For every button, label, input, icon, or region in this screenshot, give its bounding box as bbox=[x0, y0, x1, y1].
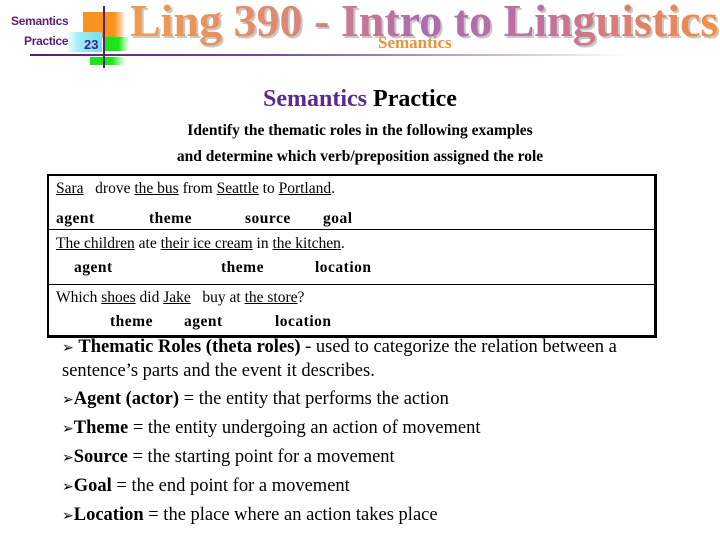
definition-desc: = the entity undergoing an action of mov… bbox=[128, 418, 481, 438]
header-rule bbox=[30, 54, 630, 56]
definition-item-location: ➢Location = the place where an action ta… bbox=[62, 505, 438, 526]
sentence-text: to bbox=[258, 180, 279, 197]
arrow-bullet-icon: ➢ bbox=[62, 479, 74, 495]
sentence-text: drove bbox=[83, 180, 135, 197]
sentence-text: buy at bbox=[190, 289, 245, 306]
sentence-text: from bbox=[178, 180, 217, 197]
underlined-constituent: their ice cream bbox=[160, 235, 253, 252]
examples-box: Sara drove the bus from Seattle to Portl… bbox=[47, 174, 657, 338]
example-sentence-2: The children ate their ice cream in the … bbox=[56, 235, 345, 253]
definition-desc: = the place where an action takes place bbox=[143, 505, 438, 525]
row-divider bbox=[49, 284, 654, 285]
role-label: location bbox=[315, 259, 372, 276]
definition-term: Source bbox=[73, 447, 128, 467]
instruction-line-1: Identify the thematic roles in the follo… bbox=[187, 122, 533, 139]
definition-desc: = the end point for a movement bbox=[111, 476, 350, 496]
slide-number: 23 bbox=[84, 37, 99, 52]
underlined-constituent: the kitchen bbox=[272, 235, 341, 252]
underlined-constituent: the store bbox=[244, 289, 298, 306]
definition-intro: ➢ Thematic Roles (theta roles) - used to… bbox=[62, 337, 617, 358]
definition-term: Agent (actor) bbox=[73, 389, 180, 409]
definition-intro-term: Thematic Roles (theta roles) bbox=[78, 337, 301, 357]
arrow-bullet-icon: ➢ bbox=[62, 508, 74, 524]
corner-label-semantics: Semantics bbox=[11, 14, 69, 28]
sentence-text: . bbox=[331, 180, 335, 197]
role-label: goal bbox=[323, 210, 353, 227]
underlined-constituent: Sara bbox=[56, 180, 84, 197]
decor-green-strip bbox=[90, 57, 126, 65]
role-label: location bbox=[275, 313, 332, 330]
definition-item-theme: ➢Theme = the entity undergoing an action… bbox=[62, 418, 480, 439]
definition-intro-continued: sentence’s parts and the event it descri… bbox=[62, 361, 375, 381]
sentence-text: ate bbox=[134, 235, 161, 252]
example-sentence-1: Sara drove the bus from Seattle to Portl… bbox=[56, 180, 335, 198]
role-label: theme bbox=[110, 313, 153, 330]
corner-label-practice: Practice bbox=[24, 34, 69, 48]
underlined-constituent: Seattle bbox=[216, 180, 259, 197]
arrow-bullet-icon: ➢ bbox=[62, 392, 74, 408]
underlined-constituent: Jake bbox=[163, 289, 191, 306]
role-label: theme bbox=[221, 259, 264, 276]
underlined-constituent: The children bbox=[56, 235, 135, 252]
underlined-constituent: shoes bbox=[101, 289, 136, 306]
definition-term: Goal bbox=[73, 476, 112, 496]
header: Semantics Practice 23 Ling 390 - Intro t… bbox=[0, 0, 720, 72]
arrow-bullet-icon: ➢ bbox=[62, 340, 74, 356]
definition-desc: = the starting point for a movement bbox=[127, 447, 395, 467]
sentence-text: did bbox=[135, 289, 164, 306]
course-subtitle: Semantics bbox=[378, 33, 452, 52]
role-label: agent bbox=[74, 259, 113, 276]
sentence-text: Which bbox=[56, 289, 102, 306]
definition-item-source: ➢Source = the starting point for a movem… bbox=[62, 447, 395, 468]
slide-title-topic: Semantics bbox=[263, 86, 368, 112]
underlined-constituent: the bus bbox=[134, 180, 179, 197]
sentence-text: ? bbox=[297, 289, 305, 306]
instruction-line-2: and determine which verb/preposition ass… bbox=[176, 148, 544, 165]
slide-title: Semantics Practice bbox=[0, 86, 720, 113]
definition-item-agent: ➢Agent (actor) = the entity that perform… bbox=[62, 389, 449, 410]
slide-title-suffix: Practice bbox=[367, 86, 457, 112]
arrow-bullet-icon: ➢ bbox=[62, 450, 74, 466]
definition-desc: = the entity that performs the action bbox=[179, 389, 449, 409]
role-label: theme bbox=[149, 210, 192, 227]
underlined-constituent: Portland bbox=[278, 180, 332, 197]
role-label: agent bbox=[184, 313, 223, 330]
role-label: source bbox=[245, 210, 291, 227]
sentence-text: . bbox=[340, 235, 345, 252]
definition-term: Theme bbox=[73, 418, 129, 438]
definition-intro-text: - used to categorize the relation betwee… bbox=[300, 337, 617, 357]
header-vertical-rule bbox=[103, 6, 105, 68]
row-divider bbox=[49, 229, 654, 230]
definition-item-goal: ➢Goal = the end point for a movement bbox=[62, 476, 350, 497]
decor-green-block bbox=[103, 37, 129, 51]
definition-term: Location bbox=[73, 505, 144, 525]
example-sentence-3: Which shoes did Jake buy at the store? bbox=[56, 289, 304, 307]
role-label: agent bbox=[56, 210, 95, 227]
arrow-bullet-icon: ➢ bbox=[62, 421, 74, 437]
sentence-text: in bbox=[252, 235, 273, 252]
